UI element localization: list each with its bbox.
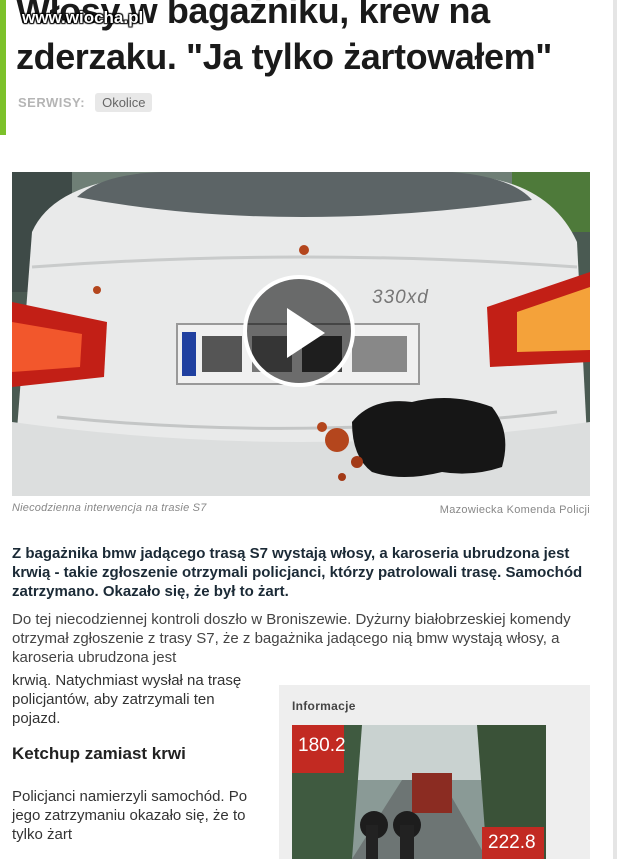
site-watermark: www.wiocha.pl <box>22 8 144 27</box>
info-sidebar: Informacje 180.2 222.8 <box>279 685 590 859</box>
page-right-border <box>613 0 617 859</box>
photo-credit: Mazowiecka Komenda Policji <box>439 504 590 516</box>
services-label: SERWISY: <box>18 95 86 110</box>
article-paragraph: krwią. Natychmiast wysłał na trasę polic… <box>12 672 242 727</box>
play-button[interactable] <box>243 275 355 387</box>
article-paragraph: Policjanci namierzyli samochód. Po jego … <box>12 788 248 843</box>
article-subheading: Ketchup zamiast krwi <box>12 744 186 763</box>
speed-readout-bottom: 222.8 <box>488 832 536 853</box>
brand-accent-bar <box>0 0 6 135</box>
article-lead: Z bagażnika bmw jadącego trasą S7 wystaj… <box>12 545 583 600</box>
car-badge: 330xd <box>372 287 429 308</box>
play-icon <box>287 308 325 358</box>
article-paragraph: Do tej niecodziennej kontroli doszło w B… <box>12 611 571 666</box>
service-tag-okolice[interactable]: Okolice <box>95 93 153 112</box>
info-title: Informacje <box>292 699 356 713</box>
speed-readout-top: 180.2 <box>298 735 346 756</box>
services-row: SERWISY: Okolice <box>18 93 153 112</box>
info-video-thumbnail[interactable]: 180.2 222.8 <box>292 725 546 859</box>
